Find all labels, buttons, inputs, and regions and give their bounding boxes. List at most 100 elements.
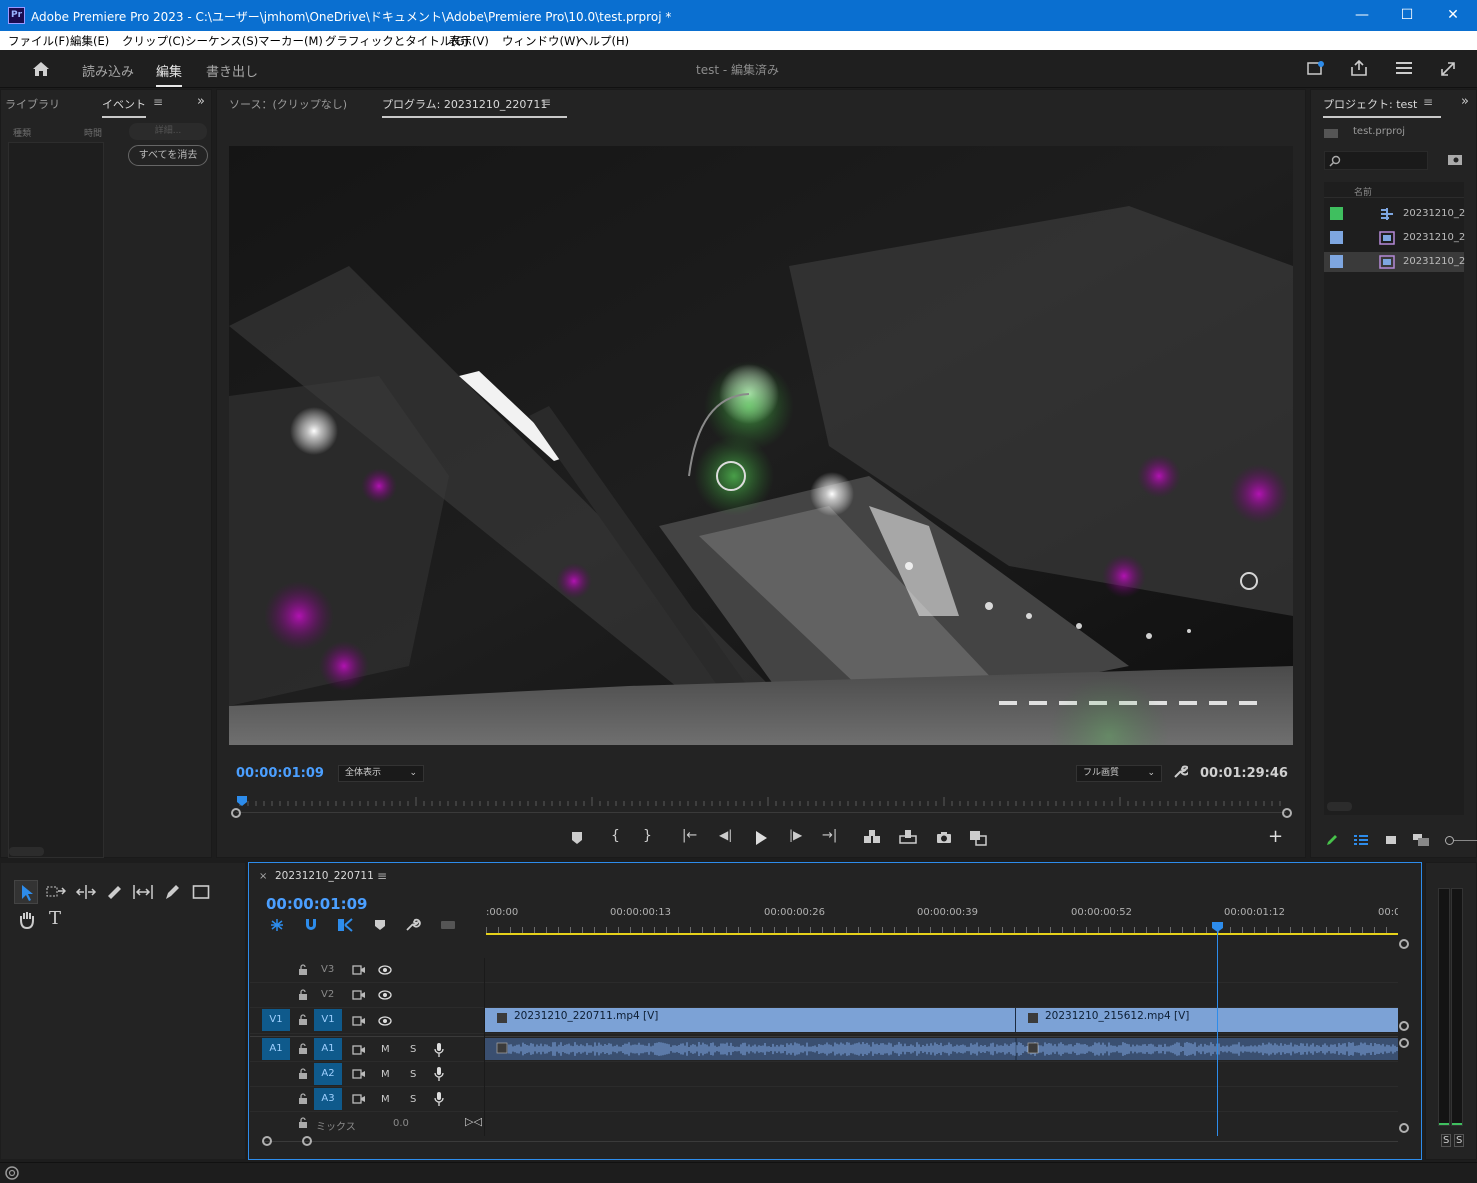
program-video-frame[interactable]	[229, 146, 1293, 745]
tab-libraries[interactable]: ライブラリ	[5, 96, 60, 112]
mix-volume-value[interactable]: 0.0	[393, 1118, 409, 1129]
overwrite-icon[interactable]	[899, 830, 917, 844]
find-in-bin-icon[interactable]	[1447, 153, 1463, 167]
project-scrollbar[interactable]	[1327, 802, 1352, 811]
sync-lock-icon[interactable]	[352, 1069, 366, 1079]
close-icon[interactable]: ✕	[1430, 0, 1476, 31]
microphone-icon[interactable]	[434, 1066, 444, 1082]
go-to-in-icon[interactable]: |←	[682, 828, 697, 843]
tab-edit[interactable]: 編集	[156, 61, 183, 87]
solo-button[interactable]: S	[410, 1094, 416, 1105]
close-tab-icon[interactable]: ×	[259, 871, 267, 882]
solo-right-button[interactable]: S	[1454, 1134, 1465, 1147]
wrench-settings-icon[interactable]	[1172, 764, 1190, 783]
tab-import[interactable]: 読み込み	[82, 61, 134, 80]
ripple-edit-icon[interactable]	[75, 884, 97, 900]
zoom-level-select[interactable]: 全体表示 ⌄	[338, 765, 424, 782]
menu-marker[interactable]: マーカー(M)	[258, 33, 323, 49]
source-patch-a1[interactable]: A1	[262, 1038, 290, 1060]
panel-menu-icon[interactable]: ≡	[541, 95, 551, 109]
selection-tool[interactable]	[14, 880, 38, 904]
zoom-handle-right[interactable]	[1282, 808, 1292, 818]
lock-icon[interactable]	[298, 1043, 308, 1055]
pencil-icon[interactable]	[1325, 833, 1339, 847]
lock-icon[interactable]	[298, 1117, 308, 1129]
lock-icon[interactable]	[298, 1068, 308, 1080]
solo-left-button[interactable]: S	[1441, 1134, 1452, 1147]
lock-icon[interactable]	[298, 964, 308, 976]
lock-icon[interactable]	[298, 1093, 308, 1105]
eye-visibility-icon[interactable]	[378, 965, 392, 975]
track-target-a2[interactable]: A2	[314, 1063, 342, 1085]
microphone-icon[interactable]	[434, 1091, 444, 1107]
project-item[interactable]: 20231210_2	[1324, 204, 1465, 224]
vertical-zoom-handle[interactable]	[1399, 1038, 1409, 1048]
creative-cloud-icon[interactable]	[4, 1166, 20, 1180]
nest-sequence-icon[interactable]	[269, 918, 285, 932]
go-to-edit-point-icon[interactable]: ▷◁	[465, 1115, 482, 1128]
track-target-v1[interactable]: V1	[314, 1009, 342, 1031]
share-icon[interactable]	[1350, 59, 1368, 80]
menu-help[interactable]: ヘルプ(H)	[577, 33, 629, 49]
timeline-timecode[interactable]: 00:00:01:09	[266, 895, 368, 913]
go-to-out-icon[interactable]: →|	[822, 828, 837, 843]
timeline-ruler[interactable]: :00:00 00:00:00:13 00:00:00:26 00:00:00:…	[486, 905, 1398, 941]
program-timecode[interactable]: 00:00:01:09	[236, 766, 324, 781]
source-patch-v1[interactable]: V1	[262, 1009, 290, 1031]
menu-window[interactable]: ウィンドウ(W)	[502, 33, 580, 49]
expand-panels-icon[interactable]: »	[197, 94, 205, 109]
playback-quality-select[interactable]: フル画質 ⌄	[1076, 765, 1162, 782]
project-item-selected[interactable]: 20231210_2	[1324, 252, 1465, 272]
maximize-icon[interactable]: ☐	[1384, 0, 1430, 31]
audio-clip[interactable]	[485, 1038, 1398, 1060]
solo-button[interactable]: S	[410, 1044, 416, 1055]
clear-all-button[interactable]: すべてを消去	[128, 145, 208, 166]
menu-file[interactable]: ファイル(F)	[8, 33, 70, 49]
project-search-input[interactable]	[1324, 151, 1428, 170]
pen-tool-icon[interactable]	[163, 883, 181, 901]
hand-tool-icon[interactable]	[17, 910, 37, 930]
step-forward-icon[interactable]: |▶	[789, 828, 802, 842]
add-marker-icon[interactable]	[571, 831, 583, 845]
details-button[interactable]: 詳細...	[129, 123, 207, 140]
events-scrollbar[interactable]	[9, 847, 44, 856]
list-view-icon[interactable]	[1353, 834, 1369, 846]
video-clip[interactable]: 20231210_215612.mp4 [V]	[1016, 1008, 1398, 1032]
expand-panels-icon[interactable]: »	[1461, 94, 1469, 109]
tab-source-monitor[interactable]: ソース：(クリップなし)	[229, 96, 347, 112]
insert-icon[interactable]	[863, 830, 881, 844]
tab-program-monitor[interactable]: プログラム: 20231210_220711	[382, 96, 568, 118]
zoom-handle-left[interactable]	[231, 808, 241, 818]
sync-lock-icon[interactable]	[352, 1094, 366, 1104]
mark-in-icon[interactable]: {	[611, 828, 620, 844]
vertical-zoom-handle-top[interactable]	[1399, 939, 1409, 949]
zoom-slider-handle[interactable]	[1445, 836, 1454, 845]
tab-events[interactable]: イベント	[102, 96, 146, 118]
menu-clip[interactable]: クリップ(C)	[122, 33, 185, 49]
eye-visibility-icon[interactable]	[378, 990, 392, 1000]
razor-icon[interactable]	[105, 883, 123, 901]
panel-menu-icon[interactable]: ≡	[153, 95, 163, 109]
workspaces-menu-icon[interactable]	[1395, 60, 1413, 79]
timeline-settings-wrench-icon[interactable]	[405, 918, 421, 932]
linked-selection-icon[interactable]	[337, 918, 353, 932]
program-zoom-bar[interactable]	[236, 812, 1286, 813]
captions-icon[interactable]	[440, 920, 456, 930]
play-icon[interactable]	[754, 830, 768, 846]
zoom-slider-track[interactable]	[1454, 840, 1477, 841]
track-target-a3[interactable]: A3	[314, 1088, 342, 1110]
panel-menu-icon[interactable]: ≡	[377, 869, 387, 883]
eye-visibility-icon[interactable]	[378, 1016, 392, 1026]
mute-button[interactable]: M	[381, 1094, 390, 1105]
timeline-horizontal-scrollbar[interactable]	[262, 1141, 1398, 1142]
lock-icon[interactable]	[298, 1014, 308, 1026]
program-time-ruler[interactable]	[236, 795, 1286, 807]
freeform-view-icon[interactable]	[1412, 833, 1430, 847]
panel-menu-icon[interactable]: ≡	[1423, 95, 1433, 109]
sync-lock-icon[interactable]	[352, 965, 366, 975]
menu-edit[interactable]: 編集(E)	[70, 33, 109, 49]
home-icon[interactable]	[31, 59, 51, 79]
horizontal-zoom-handle-right[interactable]	[302, 1136, 312, 1146]
solo-button[interactable]: S	[410, 1069, 416, 1080]
microphone-icon[interactable]	[434, 1042, 444, 1058]
